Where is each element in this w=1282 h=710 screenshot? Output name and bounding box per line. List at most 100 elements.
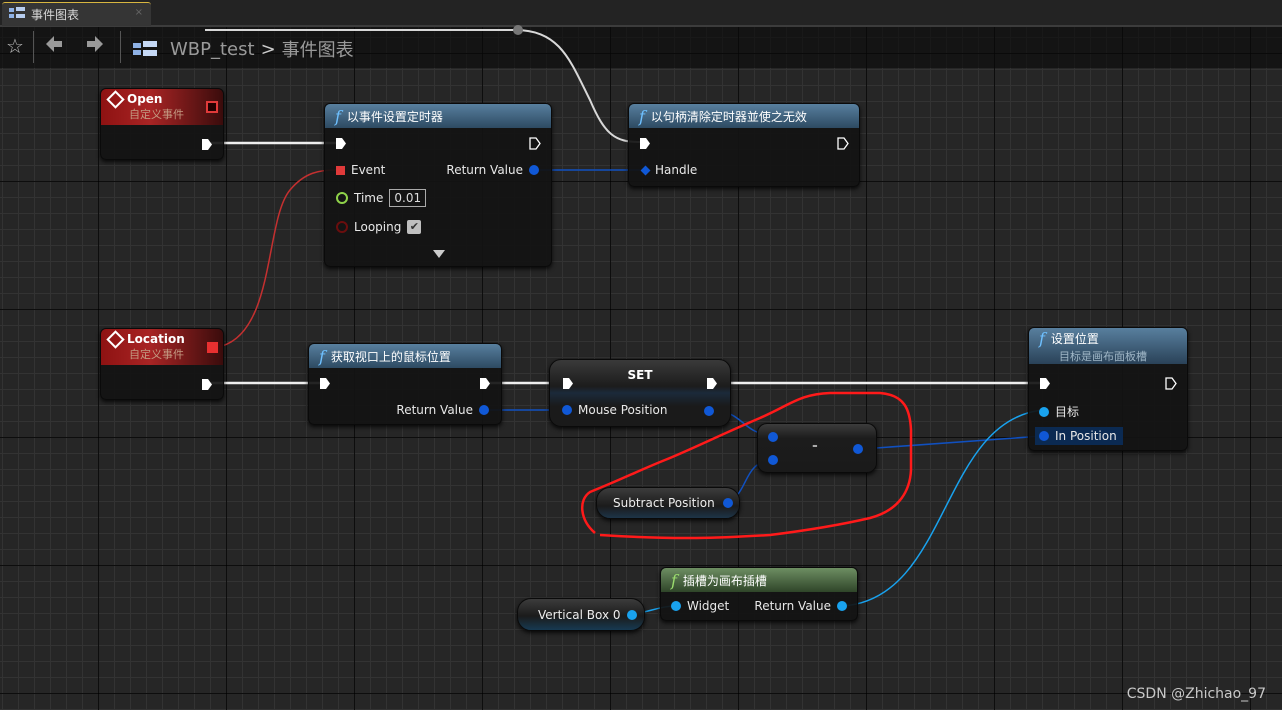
- exec-out-pin[interactable]: [529, 137, 541, 150]
- node-set-timer-by-event[interactable]: f 以事件设置定时器 Event Return Value Time 0.01 Lo…: [324, 103, 552, 267]
- pin-label: Time: [354, 191, 384, 205]
- pin-target[interactable]: 目标: [1039, 403, 1079, 420]
- vector-pin-icon: [479, 405, 489, 415]
- looping-checkbox[interactable]: ✔: [407, 220, 422, 234]
- pin-label: Event: [351, 163, 386, 177]
- pin-label: In Position: [1055, 429, 1117, 443]
- var-subtract-position[interactable]: Subtract Position: [596, 487, 740, 519]
- event-icon: [106, 329, 125, 349]
- node-title: 以事件设置定时器: [346, 109, 443, 124]
- node-header: f 以事件设置定时器: [325, 104, 551, 128]
- vector-in-pin-a[interactable]: [768, 432, 778, 442]
- pin-return-value[interactable]: Return Value: [754, 599, 847, 613]
- function-icon: f: [671, 570, 677, 590]
- node-subtract[interactable]: -: [757, 423, 877, 473]
- breadcrumb-current[interactable]: 事件图表: [282, 36, 354, 62]
- var-vertical-box-0[interactable]: Vertical Box 0: [517, 598, 645, 631]
- pin-label: Return Value: [396, 403, 473, 417]
- blueprint-graph-icon: [133, 38, 157, 62]
- exec-out-pin[interactable]: [1165, 377, 1177, 390]
- pin-label: Looping: [354, 220, 402, 234]
- node-open-event[interactable]: Open 自定义事件: [100, 88, 224, 160]
- node-title: 设置位置: [1050, 331, 1099, 346]
- node-subtitle: 自定义事件: [129, 108, 184, 121]
- chevron-right-icon: >: [260, 38, 276, 60]
- node-title: 获取视口上的鼠标位置: [330, 349, 451, 364]
- delegate-pin[interactable]: [206, 101, 218, 113]
- close-icon[interactable]: ×: [135, 7, 143, 18]
- exec-out-pin[interactable]: [706, 377, 718, 390]
- vector-out-pin[interactable]: [853, 444, 863, 454]
- function-icon: f: [1039, 328, 1045, 348]
- object-out-pin[interactable]: [626, 609, 637, 620]
- pin-label: Handle: [655, 163, 698, 177]
- pin-label: Return Value: [754, 599, 831, 613]
- pin-widget[interactable]: Widget: [671, 599, 729, 613]
- node-title: SET: [627, 368, 653, 382]
- pin-time[interactable]: Time 0.01: [336, 189, 427, 207]
- pin-return-value[interactable]: Return Value: [446, 163, 539, 177]
- exec-in-pin[interactable]: [639, 137, 651, 150]
- event-icon: [106, 89, 125, 109]
- arrow-right-icon[interactable]: [86, 34, 104, 58]
- pin-label: Return Value: [446, 163, 523, 177]
- node-title: 插槽为画布插槽: [682, 573, 767, 588]
- pin-looping[interactable]: Looping ✔: [336, 220, 422, 234]
- exec-in-pin[interactable]: [1039, 377, 1051, 390]
- exec-out-pin[interactable]: [837, 137, 849, 150]
- object-pin-icon: [671, 601, 681, 611]
- pin-event[interactable]: Event: [336, 163, 385, 177]
- divider: [120, 31, 121, 63]
- variable-label: Subtract Position: [613, 496, 715, 510]
- tab-bar: 事件图表 ×: [0, 0, 1282, 27]
- object-pin-icon: [1039, 406, 1049, 417]
- expand-arrow-icon[interactable]: [433, 250, 445, 258]
- divider: [33, 31, 34, 63]
- vector-in-pin-b[interactable]: [768, 455, 778, 465]
- exec-in-pin[interactable]: [562, 377, 574, 390]
- vector-out-pin[interactable]: [722, 498, 733, 508]
- node-clear-timer-by-handle[interactable]: f 以句柄清除定时器並使之无效 Handle: [628, 103, 860, 187]
- node-header: f 插槽为画布插槽: [661, 568, 857, 592]
- tab-event-graph[interactable]: 事件图表 ×: [2, 2, 151, 26]
- node-header: Location 自定义事件: [101, 329, 223, 365]
- node-subtitle: 目标是画布面板槽: [1059, 349, 1147, 363]
- exec-in-pin[interactable]: [319, 377, 331, 390]
- arrow-left-icon[interactable]: [45, 34, 63, 58]
- function-icon: f: [319, 346, 325, 366]
- exec-out-pin[interactable]: [479, 377, 491, 390]
- function-icon: f: [639, 106, 645, 126]
- node-title: Location: [127, 332, 185, 346]
- exec-out-pin[interactable]: [201, 138, 213, 151]
- pin-in-position[interactable]: In Position: [1035, 427, 1123, 445]
- breadcrumb: WBP_test > 事件图表: [170, 36, 354, 62]
- time-input[interactable]: 0.01: [389, 189, 427, 207]
- exec-out-pin[interactable]: [201, 378, 213, 391]
- tab-label: 事件图表: [31, 8, 80, 22]
- vector-pin-icon: [1039, 431, 1049, 441]
- delegate-pin-icon: [336, 165, 345, 175]
- struct-pin-icon: [529, 165, 539, 175]
- node-header: f 以句柄清除定时器並使之无效: [629, 104, 859, 128]
- struct-pin-icon: [640, 165, 651, 175]
- node-location-event[interactable]: Location 自定义事件: [100, 328, 224, 400]
- blueprint-graph-icon: [9, 7, 25, 22]
- breadcrumb-root[interactable]: WBP_test: [170, 39, 255, 60]
- node-set-mouse-position[interactable]: SET Mouse Position: [549, 359, 731, 427]
- node-header: f 获取视口上的鼠标位置: [309, 344, 501, 368]
- bool-pin-icon: [336, 221, 348, 233]
- pin-mouse-position[interactable]: Mouse Position: [562, 403, 667, 417]
- vector-out-pin[interactable]: [704, 406, 714, 416]
- watermark: CSDN @Zhichao_97: [1126, 686, 1266, 702]
- node-header: f 设置位置 目标是画布面板槽: [1029, 328, 1187, 364]
- node-slot-as-canvas-slot[interactable]: f 插槽为画布插槽 Widget Return Value: [660, 567, 858, 621]
- delegate-pin[interactable]: [207, 342, 218, 353]
- pin-handle[interactable]: Handle: [640, 163, 698, 177]
- pin-return-value[interactable]: Return Value: [396, 403, 489, 417]
- node-get-mouse-position[interactable]: f 获取视口上的鼠标位置 Return Value: [308, 343, 502, 425]
- pin-label: Widget: [687, 599, 730, 613]
- node-set-position[interactable]: f 设置位置 目标是画布面板槽 目标 In Position: [1028, 327, 1188, 451]
- pin-label: Mouse Position: [578, 403, 668, 417]
- exec-in-pin[interactable]: [335, 137, 347, 150]
- star-icon[interactable]: ☆: [6, 34, 24, 58]
